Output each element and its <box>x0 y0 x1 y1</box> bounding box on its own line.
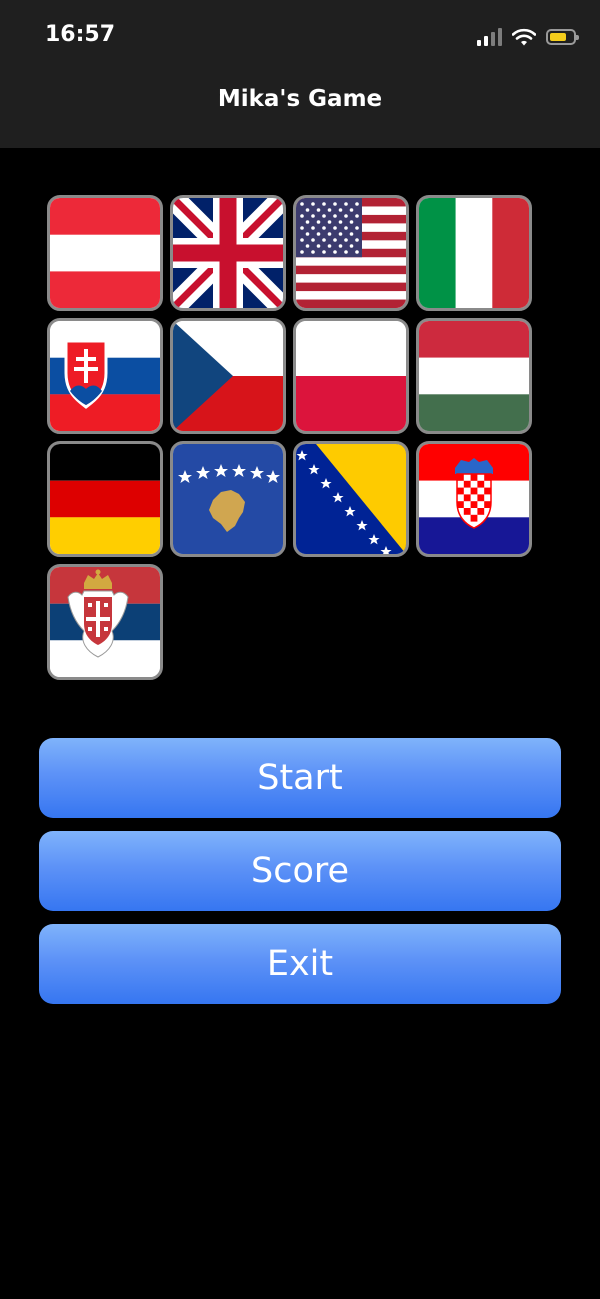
czech-republic-flag[interactable] <box>170 318 286 434</box>
app-header: 16:57 Mika's Game <box>0 0 600 148</box>
status-time: 16:57 <box>45 22 116 47</box>
serbia-flag[interactable] <box>47 564 163 680</box>
battery-icon <box>546 29 579 45</box>
kosovo-flag[interactable] <box>170 441 286 557</box>
united-kingdom-flag[interactable] <box>170 195 286 311</box>
score-button[interactable]: Score <box>39 831 561 911</box>
bosnia-flag[interactable] <box>293 441 409 557</box>
austria-flag[interactable] <box>47 195 163 311</box>
start-button[interactable]: Start <box>39 738 561 818</box>
slovakia-flag[interactable] <box>47 318 163 434</box>
germany-flag[interactable] <box>47 441 163 557</box>
page-title: Mika's Game <box>217 86 383 112</box>
cellular-signal-icon <box>477 28 502 46</box>
italy-flag[interactable] <box>416 195 532 311</box>
wifi-icon <box>512 28 536 46</box>
exit-button[interactable]: Exit <box>39 924 561 1004</box>
united-states-flag[interactable] <box>293 195 409 311</box>
hungary-flag[interactable] <box>416 318 532 434</box>
flag-grid <box>47 195 532 680</box>
croatia-flag[interactable] <box>416 441 532 557</box>
poland-flag[interactable] <box>293 318 409 434</box>
status-icons <box>477 25 579 49</box>
